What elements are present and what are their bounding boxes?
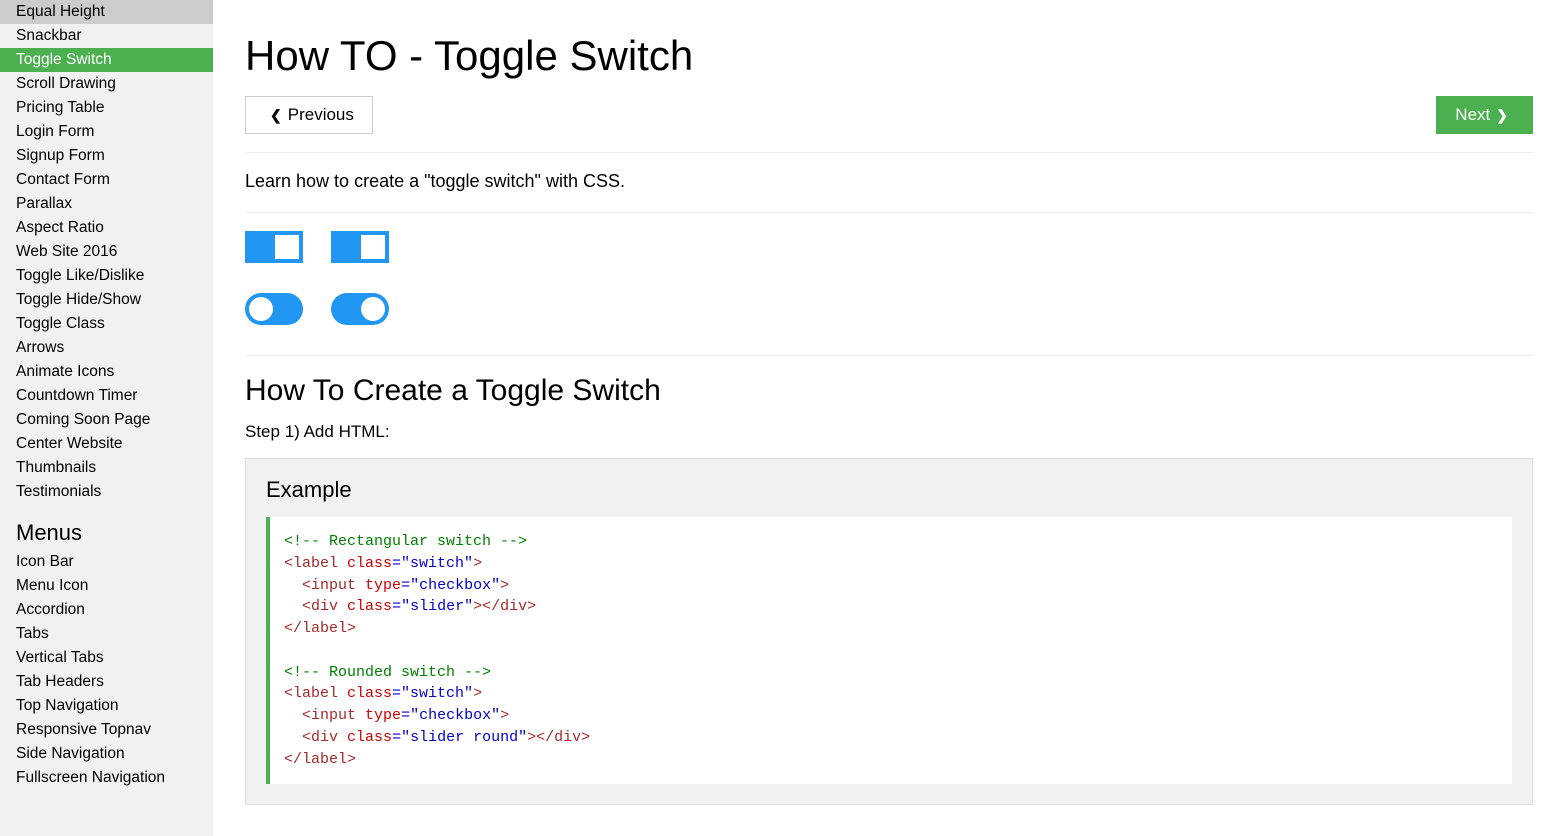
sidebar-item-top-navigation[interactable]: Top Navigation [0, 694, 213, 718]
page-title: How TO - Toggle Switch [245, 32, 1533, 80]
sidebar-item-toggle-switch[interactable]: Toggle Switch [0, 48, 213, 72]
round-switch-off[interactable] [245, 293, 303, 325]
sidebar-item-coming-soon-page[interactable]: Coming Soon Page [0, 408, 213, 432]
example-box: Example <!-- Rectangular switch --> <lab… [245, 458, 1533, 805]
sidebar-item-animate-icons[interactable]: Animate Icons [0, 360, 213, 384]
sidebar-item-tab-headers[interactable]: Tab Headers [0, 670, 213, 694]
sidebar-item-equal-height[interactable]: Equal Height [0, 0, 213, 24]
sidebar-item-tabs[interactable]: Tabs [0, 622, 213, 646]
step-1-label: Step 1) Add HTML: [245, 422, 1533, 442]
sidebar-item-center-website[interactable]: Center Website [0, 432, 213, 456]
round-switch-on[interactable] [331, 293, 389, 325]
round-switch-row [245, 293, 1533, 325]
example-title: Example [266, 477, 1512, 503]
next-button[interactable]: Next ❯ [1436, 96, 1533, 134]
sidebar-item-signup-form[interactable]: Signup Form [0, 144, 213, 168]
divider [245, 355, 1533, 356]
rect-switch-row [245, 231, 1533, 263]
sidebar-item-thumbnails[interactable]: Thumbnails [0, 456, 213, 480]
rect-switch-on[interactable] [331, 231, 389, 263]
sidebar-item-vertical-tabs[interactable]: Vertical Tabs [0, 646, 213, 670]
sidebar-item-toggle-class[interactable]: Toggle Class [0, 312, 213, 336]
sidebar-item-accordion[interactable]: Accordion [0, 598, 213, 622]
sidebar-item-testimonials[interactable]: Testimonials [0, 480, 213, 504]
sidebar-item-web-site-2016[interactable]: Web Site 2016 [0, 240, 213, 264]
rect-switch-off[interactable] [245, 231, 303, 263]
previous-label: Previous [288, 105, 354, 125]
sidebar[interactable]: Equal HeightSnackbarToggle SwitchScroll … [0, 0, 213, 836]
sidebar-item-icon-bar[interactable]: Icon Bar [0, 550, 213, 574]
sidebar-item-fullscreen-navigation[interactable]: Fullscreen Navigation [0, 766, 213, 790]
sidebar-item-aspect-ratio[interactable]: Aspect Ratio [0, 216, 213, 240]
sidebar-item-countdown-timer[interactable]: Countdown Timer [0, 384, 213, 408]
sidebar-item-arrows[interactable]: Arrows [0, 336, 213, 360]
sidebar-item-login-form[interactable]: Login Form [0, 120, 213, 144]
section-heading: How To Create a Toggle Switch [245, 374, 1533, 408]
previous-button[interactable]: ❮ Previous [245, 96, 373, 134]
sidebar-item-menu-icon[interactable]: Menu Icon [0, 574, 213, 598]
next-label: Next [1455, 105, 1490, 125]
sidebar-item-responsive-topnav[interactable]: Responsive Topnav [0, 718, 213, 742]
sidebar-item-pricing-table[interactable]: Pricing Table [0, 96, 213, 120]
sidebar-item-toggle-hide-show[interactable]: Toggle Hide/Show [0, 288, 213, 312]
sidebar-item-snackbar[interactable]: Snackbar [0, 24, 213, 48]
sidebar-item-scroll-drawing[interactable]: Scroll Drawing [0, 72, 213, 96]
sidebar-item-side-navigation[interactable]: Side Navigation [0, 742, 213, 766]
divider [245, 212, 1533, 213]
sidebar-item-parallax[interactable]: Parallax [0, 192, 213, 216]
intro-text: Learn how to create a "toggle switch" wi… [245, 171, 1533, 192]
code-block: <!-- Rectangular switch --> <label class… [266, 517, 1512, 784]
chevron-left-icon: ❮ [270, 107, 282, 124]
sidebar-item-toggle-like-dislike[interactable]: Toggle Like/Dislike [0, 264, 213, 288]
nav-buttons: ❮ Previous Next ❯ [245, 96, 1533, 134]
divider [245, 152, 1533, 153]
sidebar-heading-menus: Menus [0, 504, 213, 550]
main-content: How TO - Toggle Switch ❮ Previous Next ❯… [213, 0, 1565, 836]
sidebar-item-contact-form[interactable]: Contact Form [0, 168, 213, 192]
chevron-right-icon: ❯ [1496, 107, 1508, 124]
